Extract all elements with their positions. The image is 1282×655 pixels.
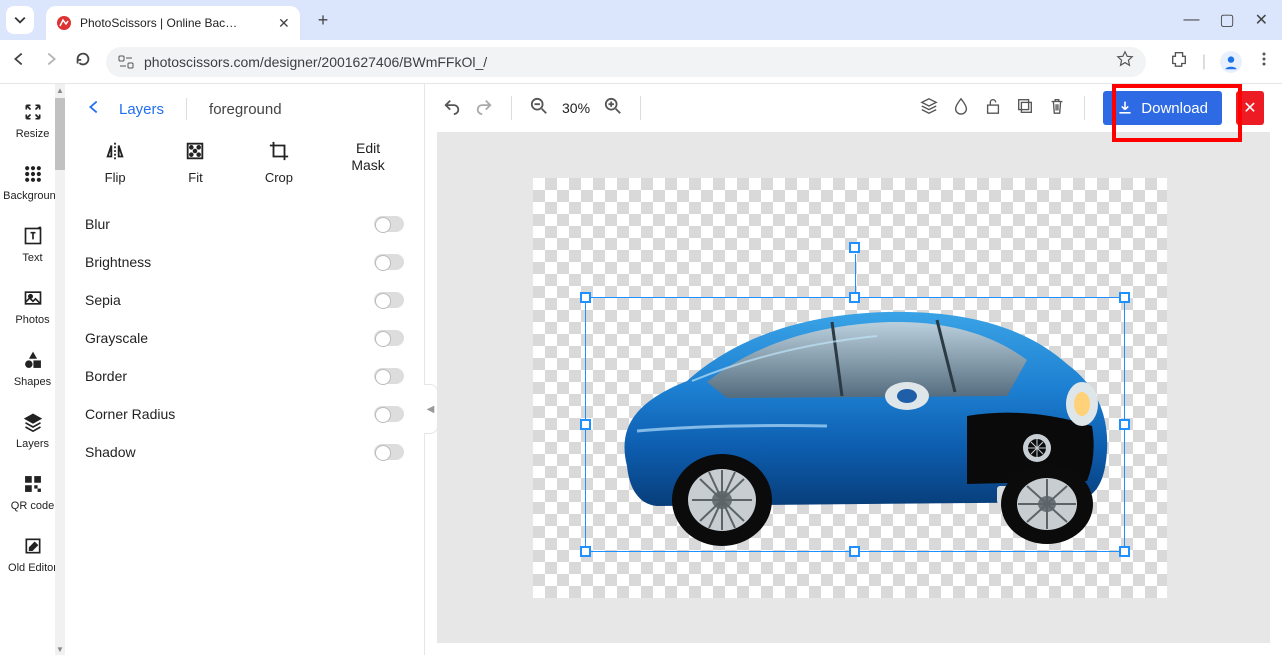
- layer-name: foreground: [209, 101, 282, 118]
- bookmark-icon[interactable]: [1116, 50, 1134, 73]
- handle-ml[interactable]: [580, 419, 591, 430]
- undo-icon[interactable]: [443, 97, 461, 120]
- left-rail: Resize Background Text Photos Shapes Lay…: [0, 84, 65, 655]
- fit-button[interactable]: Fit: [184, 140, 206, 185]
- download-icon: [1117, 100, 1133, 116]
- canvas-area: 30% Download ✕ ◀: [425, 84, 1282, 655]
- prop-border[interactable]: Border: [85, 357, 404, 395]
- prop-brightness[interactable]: Brightness: [85, 243, 404, 281]
- handle-mr[interactable]: [1119, 419, 1130, 430]
- layers-link[interactable]: Layers: [119, 101, 164, 118]
- handle-tl[interactable]: [580, 292, 591, 303]
- tab-close-icon[interactable]: ✕: [278, 15, 290, 32]
- switch-sepia[interactable]: [374, 292, 404, 308]
- rail-scrollbar[interactable]: ▲ ▼: [55, 84, 65, 655]
- properties-panel: Layers foreground Flip Fit Crop Edit Mas…: [65, 84, 425, 655]
- selection-box[interactable]: [585, 297, 1125, 552]
- prop-blur[interactable]: Blur: [85, 205, 404, 243]
- tab-list-dropdown[interactable]: [6, 6, 34, 34]
- extensions-icon[interactable]: [1170, 50, 1188, 73]
- address-bar[interactable]: photoscissors.com/designer/2001627406/BW…: [106, 47, 1146, 77]
- layers-icon[interactable]: [920, 97, 938, 120]
- favicon-icon: [56, 15, 72, 31]
- site-settings-icon[interactable]: [118, 54, 134, 70]
- handle-br[interactable]: [1119, 546, 1130, 557]
- zoom-in-icon[interactable]: [604, 97, 622, 120]
- download-button[interactable]: Download: [1103, 91, 1222, 125]
- collapse-panel-tab[interactable]: ◀: [424, 384, 438, 434]
- profile-avatar[interactable]: [1220, 51, 1242, 73]
- close-button[interactable]: ✕: [1236, 91, 1264, 125]
- switch-border[interactable]: [374, 368, 404, 384]
- handle-bl[interactable]: [580, 546, 591, 557]
- forward-icon: [42, 50, 60, 73]
- browser-tab[interactable]: PhotoScissors | Online Backgro ✕: [46, 6, 300, 40]
- window-close-icon[interactable]: ✕: [1255, 10, 1268, 30]
- handle-tr[interactable]: [1119, 292, 1130, 303]
- prop-grayscale[interactable]: Grayscale: [85, 319, 404, 357]
- copy-icon[interactable]: [1016, 97, 1034, 120]
- flip-button[interactable]: Flip: [104, 140, 126, 185]
- top-toolbar: 30% Download ✕: [425, 84, 1282, 132]
- prop-shadow[interactable]: Shadow: [85, 433, 404, 471]
- rotate-handle[interactable]: [849, 242, 860, 253]
- minimize-icon[interactable]: —: [1183, 11, 1199, 29]
- edit-mask-button[interactable]: Edit Mask: [351, 140, 384, 185]
- prop-corner-radius[interactable]: Corner Radius: [85, 395, 404, 433]
- tab-title: PhotoScissors | Online Backgro: [80, 16, 240, 30]
- crop-button[interactable]: Crop: [265, 140, 293, 185]
- switch-corner-radius[interactable]: [374, 406, 404, 422]
- switch-brightness[interactable]: [374, 254, 404, 270]
- menu-icon[interactable]: [1256, 51, 1272, 72]
- switch-grayscale[interactable]: [374, 330, 404, 346]
- back-to-layers-icon[interactable]: [85, 98, 103, 121]
- reload-icon[interactable]: [74, 50, 92, 73]
- trash-icon[interactable]: [1048, 97, 1066, 120]
- zoom-out-icon[interactable]: [530, 97, 548, 120]
- back-icon[interactable]: [10, 50, 28, 73]
- switch-blur[interactable]: [374, 216, 404, 232]
- canvas-background[interactable]: [437, 132, 1270, 643]
- zoom-level: 30%: [562, 100, 590, 116]
- handle-bc[interactable]: [849, 546, 860, 557]
- new-tab-button[interactable]: +: [318, 10, 329, 31]
- droplet-icon[interactable]: [952, 97, 970, 120]
- handle-tc[interactable]: [849, 292, 860, 303]
- redo-icon[interactable]: [475, 97, 493, 120]
- prop-sepia[interactable]: Sepia: [85, 281, 404, 319]
- unlock-icon[interactable]: [984, 97, 1002, 120]
- maximize-icon[interactable]: ▢: [1219, 10, 1234, 30]
- switch-shadow[interactable]: [374, 444, 404, 460]
- url-text: photoscissors.com/designer/2001627406/BW…: [144, 54, 1106, 70]
